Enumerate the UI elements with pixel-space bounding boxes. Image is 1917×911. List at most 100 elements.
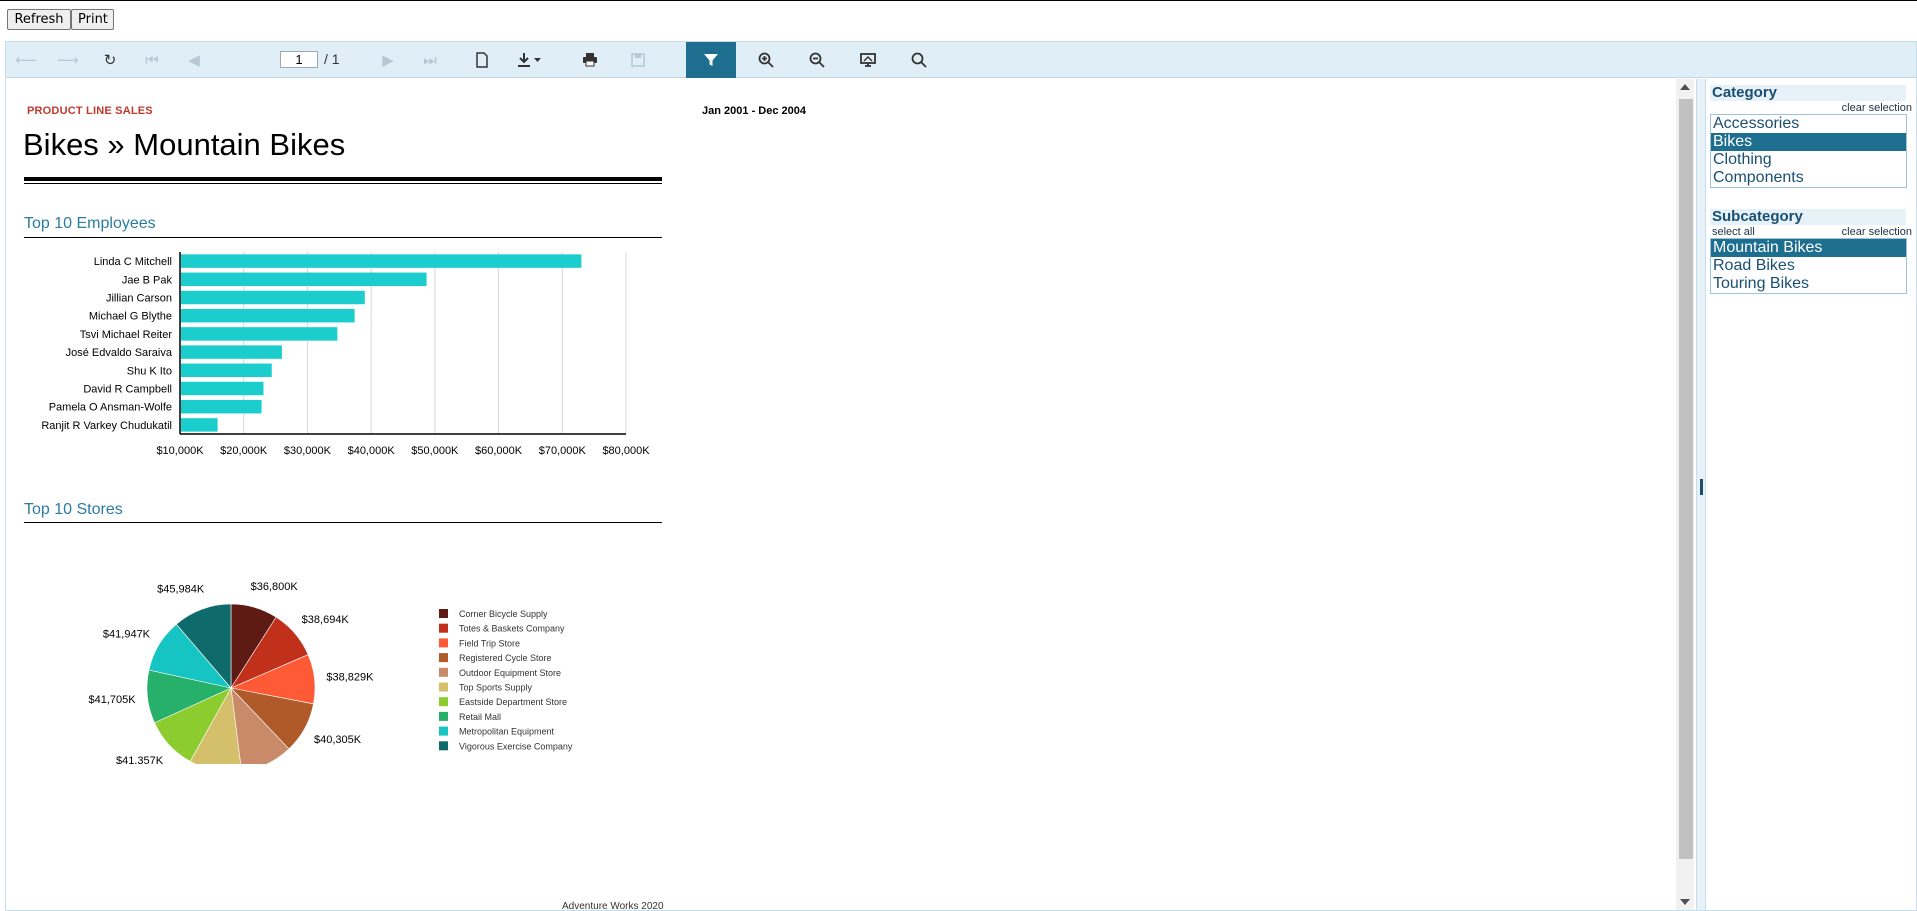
legend-swatch [439, 638, 448, 648]
fullscreen-icon[interactable] [848, 42, 888, 78]
bar-category-label: José Edvaldo Saraiva [66, 347, 173, 359]
pie-value-label: $38,694K [302, 614, 350, 626]
bar-category-label: Michael G Blythe [89, 311, 172, 323]
section-title-stores: Top 10 Stores [24, 501, 123, 518]
bar-tsvi-michael-reiter [181, 327, 338, 341]
legend-swatch [439, 726, 448, 736]
bar-x-tick-label: $10,000K [156, 445, 204, 457]
subcategory-select-all[interactable]: select all [1712, 226, 1755, 238]
bar-category-label: Ranjit R Varkey Chudukatil [41, 420, 172, 432]
scroll-down-arrow-icon[interactable] [1680, 899, 1690, 905]
refresh-icon[interactable]: ↻ [90, 42, 130, 78]
legend-swatch [439, 653, 448, 663]
report-body: PRODUCT LINE SALES Jan 2001 - Dec 2004 B… [6, 79, 1676, 910]
forward-icon[interactable]: ⟶ [48, 42, 88, 78]
section-rule-stores [24, 522, 662, 523]
bar-x-tick-label: $80,000K [602, 445, 650, 457]
filter-icon[interactable] [686, 42, 736, 78]
bar-category-label: Jae B Pak [122, 274, 173, 286]
bar-x-tick-label: $30,000K [284, 445, 332, 457]
prev-page-icon[interactable]: ◀ [174, 42, 214, 78]
subcategory-list: Mountain Bikes Road Bikes Touring Bikes [1710, 238, 1907, 294]
category-item-accessories[interactable]: Accessories [1711, 115, 1906, 133]
page-number-input[interactable] [280, 51, 318, 68]
bar-x-tick-label: $40,000K [348, 445, 396, 457]
legend-label: Totes & Baskets Company [459, 624, 565, 634]
category-item-clothing[interactable]: Clothing [1711, 151, 1906, 169]
bar-jose-edvaldo-saraiva [181, 345, 282, 359]
print-icon[interactable] [570, 42, 610, 78]
legend-label: Vigorous Exercise Company [459, 741, 573, 751]
zoom-in-icon[interactable] [746, 42, 786, 78]
pie-value-label: $40,305K [314, 734, 362, 746]
pie-value-label: $41,705K [88, 694, 136, 706]
save-icon[interactable] [618, 42, 658, 78]
legend-swatch [439, 667, 448, 677]
subcategory-item-mountain-bikes[interactable]: Mountain Bikes [1711, 239, 1906, 257]
next-page-icon[interactable]: ▶ [368, 42, 408, 78]
legend-label: Outdoor Equipment Store [459, 668, 561, 678]
employee-bar-chart: $10,000K $20,000K $30,000K $40,000K $50,000K… [41, 252, 650, 457]
print-button[interactable]: Print [71, 9, 114, 30]
legend-label: Corner Bicycle Supply [459, 609, 548, 619]
category-list: Accessories Bikes Clothing Components [1710, 114, 1907, 188]
category-item-bikes[interactable]: Bikes [1711, 133, 1906, 151]
refresh-button[interactable]: Refresh [7, 9, 71, 30]
bar-jillian-carson [181, 290, 365, 305]
section-title-employees: Top 10 Employees [24, 215, 156, 232]
export-icon[interactable] [510, 42, 550, 78]
bar-category-label: Tsvi Michael Reiter [80, 329, 173, 341]
legend-label: Eastside Department Store [459, 697, 567, 707]
report-footer: Adventure Works 2020 [562, 901, 664, 910]
category-item-components[interactable]: Components [1711, 169, 1906, 187]
bar-category-label: Linda C Mitchell [94, 256, 172, 268]
bar-jae-b-pak [181, 272, 427, 287]
title-rule [24, 177, 662, 181]
stores-pie-chart: $36,800K$38,694K$38,829K$40,305K$41,105K… [88, 581, 573, 764]
viewer-toolbar: ⟵ ⟶ ↻ ⏮ ◀ / 1 ▶ ⏭ [6, 42, 1916, 78]
category-title: Category [1710, 85, 1906, 101]
subcategory-item-road-bikes[interactable]: Road Bikes [1711, 257, 1906, 275]
legend-label: Metropolitan Equipment [459, 727, 555, 737]
pie-value-label: $41,947K [103, 629, 151, 641]
subcategory-clear-selection[interactable]: clear selection [1842, 226, 1912, 238]
subcategory-item-touring-bikes[interactable]: Touring Bikes [1711, 275, 1906, 293]
pie-value-label: $41,357K [116, 755, 164, 764]
pie-value-label: $36,800K [251, 581, 299, 593]
search-icon[interactable] [899, 42, 939, 78]
report-scrollbar[interactable] [1676, 79, 1694, 910]
back-icon[interactable]: ⟵ [6, 42, 46, 78]
first-page-icon[interactable]: ⏮ [132, 42, 172, 78]
report-label: PRODUCT LINE SALES [27, 105, 153, 117]
page-total: / 1 [324, 51, 340, 67]
bar-michael-g-blythe [181, 308, 355, 323]
category-clear-selection[interactable]: clear selection [1842, 102, 1912, 114]
subcategory-title: Subcategory [1710, 209, 1906, 225]
scroll-thumb[interactable] [1679, 99, 1693, 859]
last-page-icon[interactable]: ⏭ [410, 42, 450, 78]
parameters-pane: Category clear selection Accessories Bike… [1706, 79, 1916, 910]
pie-value-label: $38,829K [326, 672, 374, 684]
legend-swatch [439, 711, 448, 721]
pie-value-label: $45,984K [157, 584, 205, 596]
params-splitter[interactable] [1696, 79, 1706, 910]
document-map-icon[interactable] [462, 42, 502, 78]
legend-label: Retail Mall [459, 712, 501, 722]
report-viewer: ⟵ ⟶ ↻ ⏮ ◀ / 1 ▶ ⏭ [5, 41, 1917, 911]
report-title: Bikes » Mountain Bikes [23, 127, 346, 162]
zoom-out-icon[interactable] [797, 42, 837, 78]
report-date-range: Jan 2001 - Dec 2004 [702, 105, 806, 117]
bar-category-label: Shu K Ito [127, 365, 172, 377]
scroll-up-arrow-icon[interactable] [1680, 84, 1690, 90]
bar-category-label: Jillian Carson [106, 293, 172, 305]
bar-pamela-o-ansman-wolfe [181, 399, 262, 414]
splitter-grip-icon[interactable] [1700, 479, 1703, 495]
bar-x-tick-label: $50,000K [411, 445, 459, 457]
legend-swatch [439, 609, 448, 618]
title-rule-thin [24, 183, 662, 184]
legend-swatch [439, 741, 448, 751]
window-top-border [0, 0, 1917, 1]
bar-x-tick-label: $70,000K [539, 445, 587, 457]
bar-x-tick-label: $60,000K [475, 445, 523, 457]
bar-linda-c-mitchell [181, 254, 582, 268]
